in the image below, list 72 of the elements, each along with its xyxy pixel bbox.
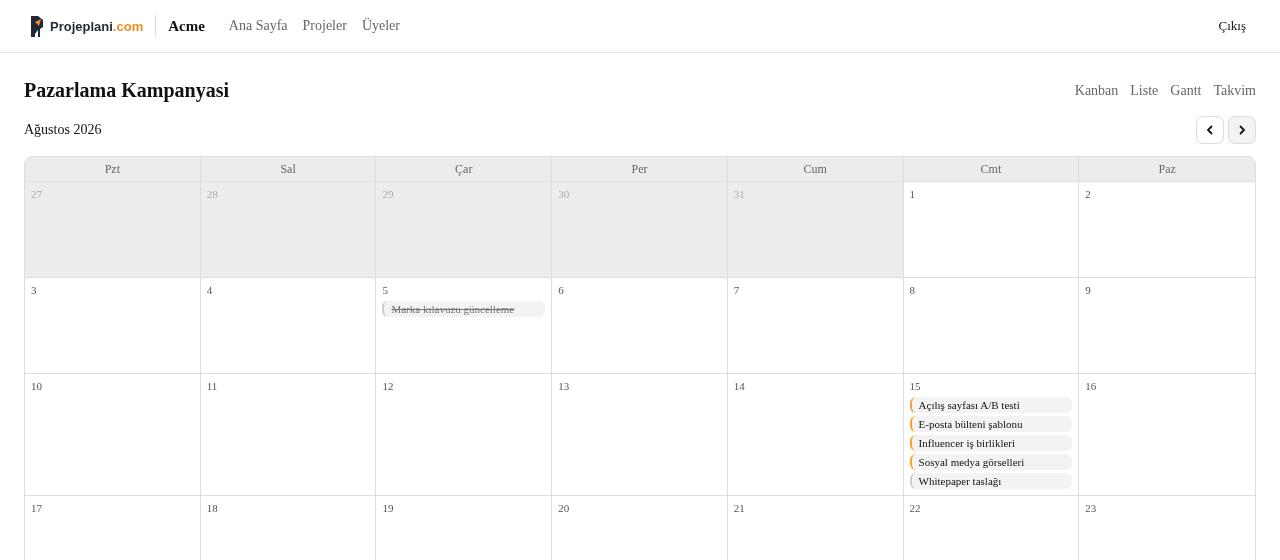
day-number: 17 bbox=[31, 502, 42, 514]
nav-link[interactable]: Projeler bbox=[302, 18, 347, 34]
day-cell[interactable]: 11 bbox=[200, 374, 377, 496]
chevron-right-icon bbox=[1237, 125, 1247, 135]
chevron-left-icon bbox=[1205, 125, 1215, 135]
day-number: 1 bbox=[909, 188, 916, 200]
nav-link[interactable]: Ana Sayfa bbox=[228, 18, 288, 34]
day-number: 18 bbox=[206, 502, 218, 514]
day-cell[interactable]: 14 bbox=[727, 374, 904, 496]
day-number: 28 bbox=[206, 188, 218, 200]
day-number: 11 bbox=[206, 380, 218, 392]
day-number: 12 bbox=[382, 380, 394, 392]
day-cell[interactable]: 5 Marka kılavuzu güncelleme bbox=[376, 278, 553, 374]
day-cell[interactable]: 7 bbox=[727, 278, 904, 374]
calendar-event[interactable]: Influencer iş birlikleri bbox=[909, 435, 1073, 451]
month-label: Ağustos 2026 bbox=[24, 122, 102, 138]
calendar-event[interactable]: Açılış sayfası A/B testi bbox=[909, 397, 1073, 413]
logo-text: Projeplani bbox=[50, 19, 113, 34]
day-cell[interactable]: 15 Açılış sayfası A/B testi E-posta bülteni şablonu Influencer iş birlikleri Sosyal medya görselleri Whitepaper taslağı bbox=[903, 374, 1080, 496]
day-cell[interactable]: 3 bbox=[25, 278, 201, 374]
day-number: 16 bbox=[1085, 380, 1097, 392]
day-number: 21 bbox=[733, 502, 745, 514]
calendar-event[interactable]: E-posta bülteni şablonu bbox=[909, 416, 1073, 432]
previous-button[interactable] bbox=[1196, 116, 1224, 144]
weekday-header: Cum bbox=[727, 157, 904, 182]
day-cell[interactable]: 8 bbox=[903, 278, 1080, 374]
nav-link[interactable]: Üyeler bbox=[361, 18, 400, 34]
day-number: 29 bbox=[382, 188, 394, 200]
day-number: 7 bbox=[733, 284, 740, 296]
day-number: 9 bbox=[1085, 284, 1091, 296]
day-number: 3 bbox=[31, 284, 37, 296]
day-number: 10 bbox=[31, 380, 42, 392]
day-cell[interactable]: 13 bbox=[552, 374, 728, 496]
day-cell[interactable]: 12 bbox=[376, 374, 553, 496]
view-link[interactable]: Gantt bbox=[1170, 82, 1202, 99]
weekday-header: Çar bbox=[376, 157, 553, 182]
day-number: 22 bbox=[909, 502, 921, 514]
next-button[interactable] bbox=[1228, 116, 1256, 144]
weekday-header: Paz bbox=[1079, 157, 1255, 182]
day-number: 4 bbox=[206, 284, 213, 296]
logo-icon bbox=[30, 15, 44, 37]
view-link[interactable]: Kanban bbox=[1074, 82, 1119, 99]
day-number: 14 bbox=[733, 380, 745, 392]
workspace-name: Acme bbox=[168, 17, 205, 35]
day-number: 15 bbox=[909, 380, 921, 392]
calendar-event[interactable]: Whitepaper taslağı bbox=[909, 473, 1073, 489]
day-number: 23 bbox=[1085, 502, 1097, 514]
weekday-header: Sal bbox=[200, 157, 377, 182]
day-number: 8 bbox=[909, 284, 916, 296]
day-number: 5 bbox=[382, 284, 388, 296]
day-cell[interactable]: 1 bbox=[903, 182, 1080, 278]
weekday-header: Pzt bbox=[25, 157, 201, 182]
logo[interactable]: Projeplani.com bbox=[30, 15, 157, 37]
weekday-header: Cmt bbox=[903, 157, 1080, 182]
logo-domain: .com bbox=[112, 19, 144, 34]
day-number: 6 bbox=[558, 284, 564, 296]
view-link[interactable]: Takvim bbox=[1213, 82, 1256, 99]
day-number: 2 bbox=[1085, 188, 1091, 200]
day-number: 20 bbox=[558, 502, 570, 514]
view-link[interactable]: Liste bbox=[1130, 82, 1159, 99]
day-cell[interactable]: 10 bbox=[25, 374, 201, 496]
weekday-header: Per bbox=[552, 157, 728, 182]
project-title: Pazarlama Kampanyasi bbox=[24, 79, 229, 102]
day-cell[interactable]: 6 bbox=[552, 278, 728, 374]
day-number: 13 bbox=[558, 380, 570, 392]
calendar-event[interactable]: Sosyal medya görselleri bbox=[909, 454, 1073, 470]
day-number: 19 bbox=[382, 502, 394, 514]
day-number: 27 bbox=[31, 188, 42, 200]
calendar-event[interactable]: Marka kılavuzu güncelleme bbox=[382, 301, 546, 317]
day-cell[interactable]: 4 bbox=[200, 278, 377, 374]
day-number: 30 bbox=[558, 188, 570, 200]
logout-link[interactable]: Çıkış bbox=[1218, 18, 1246, 34]
